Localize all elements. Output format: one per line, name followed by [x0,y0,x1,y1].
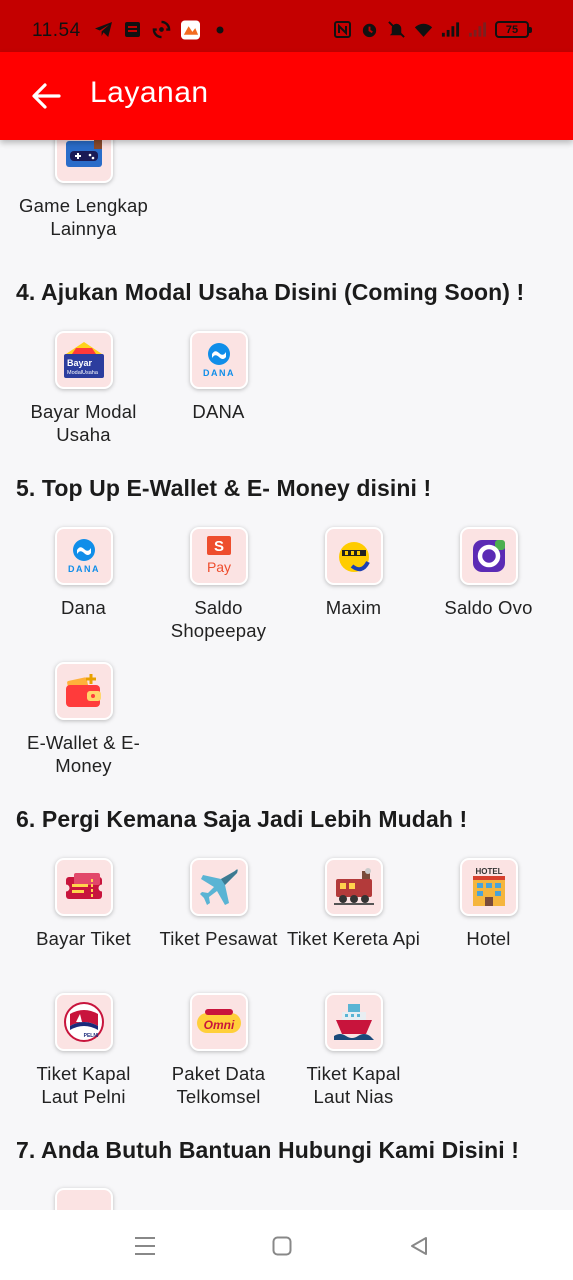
dana-logo-text: DANA [68,564,100,574]
service-dana-modal[interactable]: DANA DANA [151,331,286,424]
section-title-4: 4. Ajukan Modal Usaha Disini (Coming Soo… [16,279,525,305]
wallet-icon [54,662,113,720]
alarm-icon [360,20,379,39]
bayar-logo-text: Bayar [67,358,93,368]
service-saldo-shopeepay[interactable]: S Pay Saldo Shopeepay [151,527,286,642]
sync-icon [152,20,171,39]
service-tiket-kapal-nias[interactable]: Tiket Kapal Laut Nias [286,993,421,1108]
telkomsel-omni-logo: Omni [189,993,248,1051]
home-square-icon [272,1236,292,1256]
shopeepay-logo: S Pay [189,527,248,585]
pelni-logo-text: PELNI [83,1033,98,1039]
service-bayar-modal-usaha[interactable]: Bayar ModalUsaha Bayar Modal Usaha [16,331,151,446]
modalusaha-logo-text: ModalUsaha [67,370,99,376]
service-bantuan[interactable] [16,1188,151,1210]
service-label: E-Wallet & E-Money [27,732,140,776]
shopeepay-logo-text: Pay [206,559,230,575]
status-time: 11.54 [32,20,81,41]
nav-menu-button[interactable] [131,1232,159,1260]
nfc-icon [333,20,352,39]
nav-home-button[interactable] [268,1232,296,1260]
service-saldo-ovo[interactable]: Saldo Ovo [421,527,556,620]
service-label: Tiket Kapal Laut Nias [306,1063,401,1107]
service-label: Paket Data Telkomsel [171,1063,266,1107]
menu-icon [135,1237,155,1255]
gamepad-icon [54,140,113,183]
service-label: Tiket Kereta Api [286,928,421,949]
airplane-icon [189,858,248,916]
service-tiket-kereta-api[interactable]: Tiket Kereta Api [286,858,421,951]
section-title-5: 5. Top Up E-Wallet & E- Money disini ! [16,475,432,501]
system-nav-bar [0,1210,573,1280]
service-label: Hotel [466,928,511,949]
dana-logo: DANA [189,331,248,389]
nav-back-button[interactable] [405,1232,433,1260]
service-tiket-pesawat[interactable]: Tiket Pesawat [151,858,286,951]
service-label: Saldo Ovo [444,597,533,618]
arrow-left-icon [32,83,61,109]
hotel-icon: HOTEL [459,858,518,916]
wifi-tag-icon [123,20,142,39]
service-label: Tiket Kapal Laut Pelni [36,1063,131,1107]
telegram-icon [94,20,113,39]
service-tiket-kapal-pelni[interactable]: PELNI Tiket Kapal Laut Pelni [16,993,151,1108]
signal-icon [441,20,460,39]
service-game-lengkap[interactable]: Game Lengkap Lainnya [16,140,151,240]
service-label: Game Lengkap Lainnya [19,195,148,239]
pelni-icon: PELNI [54,993,113,1051]
ticket-icon [54,858,113,916]
service-e-wallet[interactable]: E-Wallet & E-Money [16,662,151,777]
ovo-icon [459,527,518,585]
back-triangle-icon [411,1237,427,1255]
back-button[interactable] [26,76,66,116]
page-title: Layanan [90,76,209,109]
service-hotel[interactable]: HOTEL Hotel [421,858,556,951]
maxim-taxi-icon [324,527,383,585]
service-bayar-tiket[interactable]: Bayar Tiket [16,858,151,951]
service-label: Tiket Pesawat [159,928,278,949]
bayar-modal-usaha-logo: Bayar ModalUsaha [54,331,113,389]
help-icon [54,1188,113,1210]
service-dana[interactable]: DANA Dana [16,527,151,620]
status-bar: 11.54 75 [0,0,573,52]
dana-logo: DANA [54,527,113,585]
section-title-6: 6. Pergi Kemana Saja Jadi Lebih Mudah ! [16,806,468,832]
section-title-7: 7. Anda Butuh Bantuan Hubungi Kami Disin… [16,1137,520,1163]
train-icon [324,858,383,916]
omni-logo-text: Omni [203,1018,234,1032]
dot-icon [210,20,229,39]
service-label: Maxim [325,597,382,618]
wifi-icon [414,20,433,39]
hotel-logo-text: HOTEL [475,867,502,876]
dana-logo-text: DANA [203,368,235,378]
app-bar: Layanan [0,52,573,140]
status-left-icons [94,20,229,39]
app-icon [181,20,200,39]
service-label: Dana [60,597,107,618]
mute-icon [387,20,406,39]
service-label: Bayar Tiket [36,928,131,949]
status-right-icons: 75 [333,20,532,39]
service-label: Bayar Modal Usaha [30,401,137,445]
signal-icon-2 [468,20,487,39]
service-maxim[interactable]: Maxim [286,527,421,620]
service-label: DANA [192,401,245,422]
services-list[interactable]: Game Lengkap Lainnya 4. Ajukan Modal Usa… [0,140,573,1210]
ship-icon [324,993,383,1051]
battery-indicator: 75 [495,21,532,38]
service-label: Saldo Shopeepay [170,597,267,641]
svg-text:S: S [213,538,223,555]
service-paket-data-telkomsel[interactable]: Omni Paket Data Telkomsel [151,993,286,1108]
